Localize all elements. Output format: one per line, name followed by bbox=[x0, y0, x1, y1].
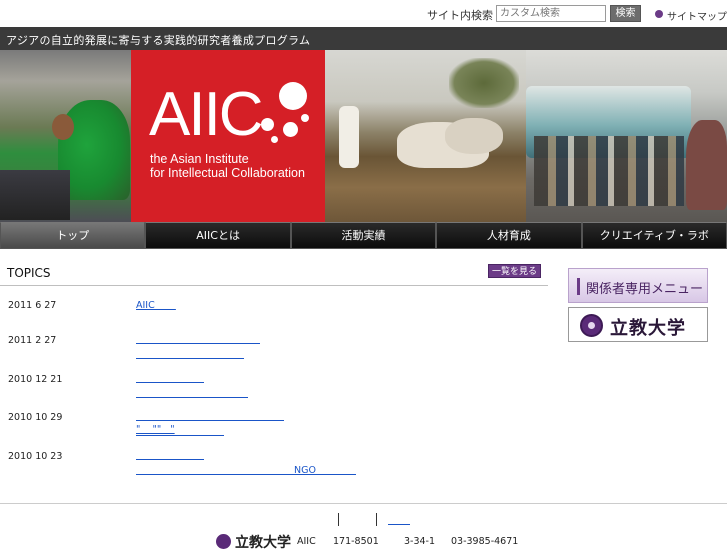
logo-subtitle: the Asian Institute for Intellectual Col… bbox=[150, 152, 305, 180]
topic-link-underline[interactable] bbox=[136, 459, 204, 460]
view-all-button[interactable]: 一覧を見る bbox=[488, 264, 541, 278]
members-menu-banner[interactable]: 関係者専用メニュー bbox=[568, 268, 708, 303]
topic-link[interactable]: AIIC bbox=[136, 300, 176, 311]
tagline-text: アジアの自立的発展に寄与する実践的研究者養成プログラム bbox=[6, 34, 311, 47]
search-input[interactable] bbox=[496, 5, 606, 22]
hero-banner: AIIC the Asian Institute for Intellectua… bbox=[0, 50, 727, 222]
logo-text: AIIC bbox=[149, 80, 264, 149]
footer-address: 3-34-1 bbox=[404, 536, 436, 547]
topic-link-underline[interactable] bbox=[136, 435, 224, 436]
university-label: 立教大学 bbox=[610, 318, 686, 339]
sitemap-bullet-icon bbox=[655, 10, 663, 18]
nav-item-creative-lab[interactable]: クリエイティブ・ラボ bbox=[581, 222, 727, 249]
topics-divider bbox=[0, 285, 548, 286]
footer-separator bbox=[338, 513, 339, 526]
topic-link-underline[interactable] bbox=[136, 420, 284, 421]
footer-emblem-icon bbox=[216, 534, 231, 549]
topic-date: 2011 2 27 bbox=[8, 335, 57, 346]
topic-date: 2010 12 21 bbox=[8, 374, 63, 385]
topic-link-underline[interactable] bbox=[136, 382, 204, 383]
nav-item-training[interactable]: 人材育成 bbox=[436, 222, 582, 249]
site-search-label: サイト内検索 bbox=[427, 9, 493, 22]
topic-date: 2011 6 27 bbox=[8, 300, 57, 311]
footer-divider bbox=[0, 503, 727, 504]
footer-org: AIIC bbox=[297, 536, 316, 547]
topic-link-underline[interactable] bbox=[136, 397, 248, 398]
tagline-bar: アジアの自立的発展に寄与する実践的研究者養成プログラム bbox=[0, 27, 727, 50]
bar-icon bbox=[577, 278, 580, 295]
utility-bar: サイト内検索 検索 サイトマップ bbox=[0, 0, 727, 27]
hero-photo-ploughing bbox=[325, 50, 526, 222]
topic-link[interactable]: " "" " bbox=[136, 424, 175, 435]
rikkyo-university-banner[interactable]: 立教大学 bbox=[568, 307, 708, 342]
hero-photo-sewing bbox=[0, 50, 131, 222]
sitemap-link[interactable]: サイトマップ bbox=[667, 8, 727, 23]
footer-separator bbox=[376, 513, 377, 526]
nav-item-activities[interactable]: 活動実績 bbox=[290, 222, 437, 249]
search-button[interactable]: 検索 bbox=[610, 5, 641, 22]
nav-item-about[interactable]: AIICとは bbox=[145, 222, 291, 249]
aiic-logo[interactable]: AIIC the Asian Institute for Intellectua… bbox=[131, 50, 325, 222]
members-menu-label: 関係者専用メニュー bbox=[586, 282, 704, 297]
topics-heading: TOPICS bbox=[7, 266, 51, 280]
topic-link-underline[interactable] bbox=[136, 358, 244, 359]
footer-university: 立教大学 bbox=[235, 535, 291, 551]
hero-photo-street bbox=[526, 50, 727, 222]
topic-date: 2010 10 23 bbox=[8, 451, 63, 462]
global-nav: トップ AIICとは 活動実績 人材育成 クリエイティブ・ラボ bbox=[0, 222, 727, 249]
topic-date: 2010 10 29 bbox=[8, 412, 63, 423]
nav-item-top[interactable]: トップ bbox=[0, 222, 146, 249]
topic-link-underline[interactable] bbox=[136, 343, 260, 344]
university-emblem-icon bbox=[580, 314, 603, 337]
footer-postal: 171-8501 bbox=[333, 536, 379, 547]
footer-phone: 03-3985-4671 bbox=[451, 536, 519, 547]
footer-link[interactable] bbox=[388, 514, 410, 525]
topic-link-underline[interactable] bbox=[136, 474, 356, 475]
